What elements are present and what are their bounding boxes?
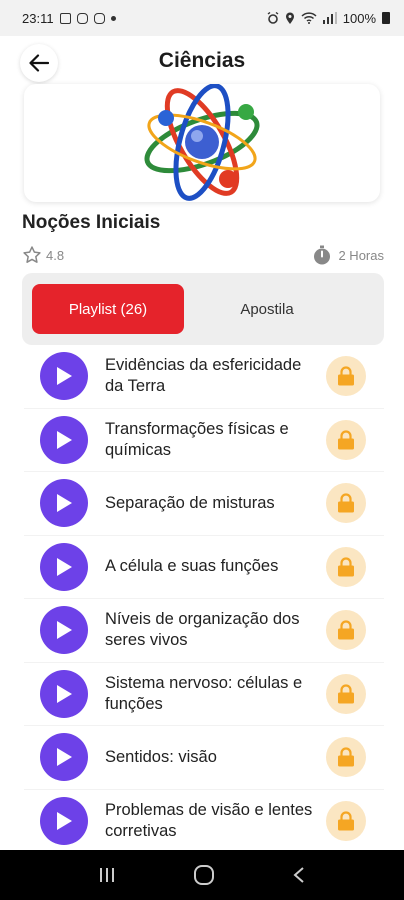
play-button[interactable] [40,352,88,401]
lock-icon [338,811,354,831]
atom-illustration [144,84,260,201]
lesson-item[interactable]: Transformações físicas e químicas [24,408,384,472]
arrow-left-icon [29,54,49,72]
play-icon [57,430,72,449]
lesson-title: Níveis de organização dos seres vivos [105,610,300,650]
lesson-title: Transformações físicas e químicas [105,419,289,459]
play-button[interactable] [40,733,88,782]
lock-badge [326,800,366,841]
lesson-item[interactable]: Separação de misturas [24,472,384,536]
page-title: Ciências [158,49,246,72]
rating: 4.8 [22,245,64,265]
back-nav-icon[interactable] [292,866,306,884]
lock-badge [326,419,366,460]
play-button[interactable] [40,796,88,845]
lock-badge [326,483,366,524]
gallery-notification-icon [59,12,71,24]
home-icon[interactable] [193,864,215,886]
course-title: Noções Iniciais [22,212,161,233]
lock-icon [338,620,354,640]
system-nav-bar [0,850,404,900]
lock-icon [338,557,354,577]
lock-icon [338,684,354,704]
lesson-item[interactable]: Sentidos: visão [24,726,384,790]
play-button[interactable] [40,415,88,464]
lock-icon [338,493,354,513]
lock-icon [338,366,354,386]
lock-icon [338,747,354,767]
instagram-notification-icon [76,12,88,24]
instagram-notification-icon-2 [93,12,105,24]
lesson-title: Problemas de visão e lentes corretivas [105,800,313,840]
play-button[interactable] [40,479,88,528]
course-banner [24,84,380,202]
play-icon [57,748,72,767]
recent-apps-icon[interactable] [98,866,116,884]
status-time: 23:11 [22,10,54,26]
more-notifications-dot-icon [110,15,116,21]
play-button[interactable] [40,606,88,655]
play-icon [57,557,72,576]
lesson-item[interactable]: Evidências da esfericidade da Terra [24,345,384,409]
lesson-title: A célula e suas funções [105,557,279,576]
header: Ciências [0,36,404,86]
duration-value: 2 Horas [338,247,384,263]
lesson-title: Sistema nervoso: células e funções [105,673,303,713]
lesson-title: Separação de misturas [105,493,275,512]
content-tabs: Playlist (26) Apostila [22,273,384,345]
lesson-title: Evidências da esfericidade da Terra [105,356,302,396]
lesson-item[interactable]: A célula e suas funções [24,535,384,599]
lesson-title: Sentidos: visão [105,747,217,766]
status-bar: 23:11 100% [0,0,404,36]
status-right: 100% [267,11,390,26]
lesson-list[interactable]: Evidências da esfericidade da Terra Tran… [24,345,384,850]
lock-badge [326,737,366,778]
course-meta: 4.8 2 Horas [22,244,384,266]
play-button[interactable] [40,669,88,718]
lesson-item[interactable]: Problemas de visão e lentes corretivas [24,789,384,850]
tab-playlist[interactable]: Playlist (26) [32,284,184,334]
lock-badge [326,610,366,651]
back-button[interactable] [20,44,58,82]
tab-apostila[interactable]: Apostila [194,284,340,334]
play-button[interactable] [40,542,88,591]
lock-icon [338,430,354,450]
play-icon [57,367,72,386]
wifi-icon [301,12,317,24]
star-outline-icon [23,246,41,263]
lesson-item[interactable]: Níveis de organização dos seres vivos [24,599,384,663]
duration: 2 Horas [312,245,384,265]
rating-value: 4.8 [46,247,65,263]
status-left: 23:11 [22,11,116,26]
signal-icon [322,12,337,24]
lock-badge [326,546,366,587]
alarm-icon [267,12,279,24]
play-icon [57,621,72,640]
lock-badge [326,673,366,714]
play-icon [57,684,72,703]
play-icon [57,494,72,513]
play-icon [57,811,72,830]
stopwatch-icon [314,245,331,265]
battery-icon [382,12,390,24]
battery-percent: 100% [342,10,376,26]
lesson-item[interactable]: Sistema nervoso: células e funções [24,662,384,726]
lock-badge [326,356,366,397]
location-icon [285,12,294,24]
